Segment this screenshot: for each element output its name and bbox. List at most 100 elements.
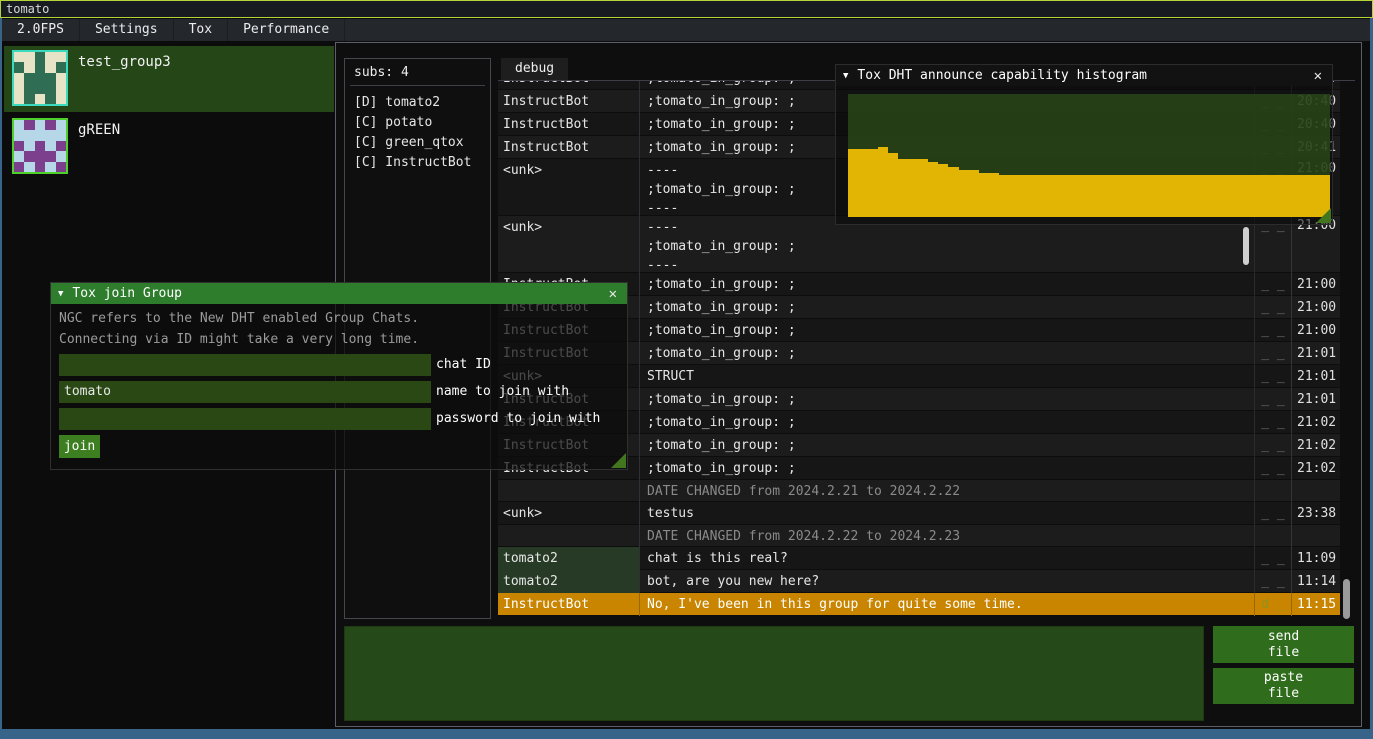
group-item-green[interactable]: gREEN [4, 114, 334, 180]
sender-name: tomato2 [498, 570, 640, 593]
histogram-bin [1170, 175, 1180, 217]
histogram-bin [918, 159, 928, 217]
histogram-bin [1210, 175, 1220, 217]
join-input-password-to-join-with[interactable] [59, 408, 431, 430]
message-status: _ _ [1255, 342, 1292, 365]
sender-name: tomato2 [498, 547, 640, 570]
chat-row[interactable]: tomato2bot, are you new here?_ _11:14 [498, 570, 1340, 593]
histogram-bin [1089, 175, 1099, 217]
avatar-pixel [24, 151, 34, 161]
message-time: 11:09 [1292, 547, 1340, 570]
join-input-chat-id[interactable] [59, 354, 431, 376]
message-text: ;tomato_in_group: ; [640, 273, 1255, 296]
os-title-bar[interactable]: tomato [0, 0, 1373, 18]
message-cell-scrollbar[interactable] [1243, 227, 1249, 265]
histogram-bin [1059, 175, 1069, 217]
join-field-label: password to join with [436, 408, 600, 430]
histogram-bin [1129, 175, 1139, 217]
message-status [1255, 525, 1292, 547]
avatar-pixel [45, 130, 55, 140]
avatar-pixel [14, 94, 24, 104]
message-time: 21:02 [1292, 411, 1340, 434]
join-input-name-to-join-with[interactable]: tomato [59, 381, 431, 403]
group-item-test_group3[interactable]: test_group3 [4, 46, 334, 112]
message-input[interactable] [344, 626, 1204, 721]
sender-name: InstructBot [498, 90, 640, 113]
avatar-pixel [14, 52, 24, 62]
message-time [1292, 525, 1340, 547]
resize-grip[interactable] [611, 453, 626, 468]
avatar-pixel [24, 130, 34, 140]
message-text: DATE CHANGED from 2024.2.22 to 2024.2.23 [640, 525, 1255, 547]
menu-item-tox[interactable]: Tox [174, 19, 228, 41]
window-border-left [0, 18, 2, 729]
dht-histogram-title-bar[interactable]: ▼ Tox DHT announce capability histogram … [836, 65, 1332, 86]
collapse-icon[interactable]: ▼ [843, 71, 848, 81]
histogram-bin [1220, 175, 1230, 217]
close-icon[interactable]: ✕ [606, 286, 620, 302]
avatar-pixel [35, 73, 45, 83]
message-status: _ _ [1255, 273, 1292, 296]
menu-item-2-0fps[interactable]: 2.0FPS [2, 19, 80, 41]
paste-file-button[interactable]: paste file [1213, 668, 1354, 704]
avatar-pixel [14, 83, 24, 93]
join-button[interactable]: join [59, 435, 100, 458]
message-status: _ _ [1255, 570, 1292, 593]
subs-member[interactable]: [C] green_qtox [354, 133, 490, 153]
send-file-button[interactable]: send file [1213, 626, 1354, 663]
avatar-pixel [45, 162, 55, 172]
message-status [1255, 480, 1292, 502]
histogram-bin [938, 164, 948, 217]
chat-scrollbar-thumb[interactable] [1343, 579, 1350, 619]
histogram-plot[interactable] [848, 94, 1330, 217]
avatar-pixel [35, 83, 45, 93]
menu-item-performance[interactable]: Performance [228, 19, 345, 41]
histogram-bin [898, 159, 908, 217]
histogram-bin [999, 175, 1009, 217]
chat-row[interactable]: tomato2chat is this real?_ _11:09 [498, 547, 1340, 570]
subs-member[interactable]: [D] tomato2 [354, 93, 490, 113]
histogram-bin [1109, 175, 1119, 217]
os-title-text: tomato [6, 2, 49, 16]
chat-row[interactable]: <unk>testus_ _23:38 [498, 502, 1340, 525]
message-text: ;tomato_in_group: ; [640, 296, 1255, 319]
histogram-bin [1019, 175, 1029, 217]
join-description-line2: Connecting via ID might take a very long… [59, 330, 627, 349]
message-status: _ _ [1255, 296, 1292, 319]
message-time: 21:01 [1292, 365, 1340, 388]
close-icon[interactable]: ✕ [1311, 68, 1325, 84]
collapse-icon[interactable]: ▼ [58, 289, 63, 299]
message-status: _ _ [1255, 457, 1292, 480]
avatar-pixel [35, 162, 45, 172]
avatar-pixel [14, 130, 24, 140]
avatar-pixel [45, 94, 55, 104]
subs-member[interactable]: [C] potato [354, 113, 490, 133]
avatar-pixel [24, 62, 34, 72]
tab-debug[interactable]: debug [501, 58, 568, 80]
join-fields: chat IDtomatoname to join withpassword t… [51, 354, 627, 430]
avatar-pixel [35, 141, 45, 151]
resize-grip[interactable] [1316, 208, 1331, 223]
window-border-bottom [0, 729, 1373, 739]
histogram-bin [1119, 175, 1129, 217]
histogram-bin [1190, 175, 1200, 217]
join-group-title-bar[interactable]: ▼ Tox join Group ✕ [51, 283, 627, 304]
message-text: ;tomato_in_group: ; [640, 457, 1255, 480]
chat-row[interactable]: DATE CHANGED from 2024.2.22 to 2024.2.23 [498, 525, 1340, 547]
message-time: 21:00 [1292, 273, 1340, 296]
message-text: chat is this real? [640, 547, 1255, 570]
histogram-bin [1290, 175, 1300, 217]
sender-name: <unk> [498, 216, 640, 273]
avatar-pixel [56, 52, 66, 62]
message-status: _ _ [1255, 547, 1292, 570]
histogram-bin [888, 153, 898, 217]
message-status: _ _ [1255, 365, 1292, 388]
chat-row[interactable]: DATE CHANGED from 2024.2.21 to 2024.2.22 [498, 480, 1340, 502]
message-text: No, I've been in this group for quite so… [640, 593, 1255, 616]
subs-member[interactable]: [C] InstructBot [354, 153, 490, 173]
message-text: testus [640, 502, 1255, 525]
chat-row[interactable]: InstructBotNo, I've been in this group f… [498, 593, 1340, 616]
avatar-pixel [35, 130, 45, 140]
menu-item-settings[interactable]: Settings [80, 19, 174, 41]
menu-bar: 2.0FPSSettingsToxPerformance [2, 19, 1370, 41]
